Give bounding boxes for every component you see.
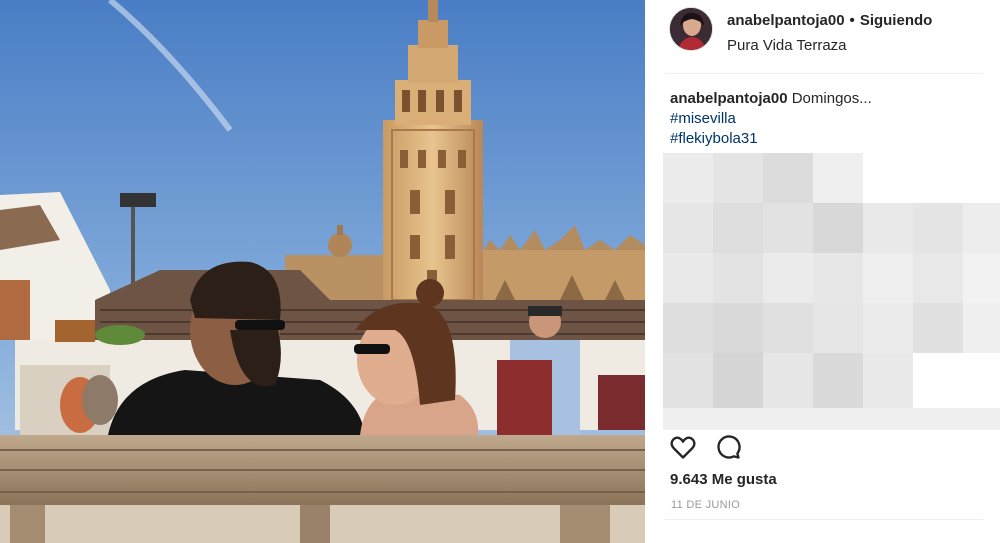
user-line: anabelpantoja00 • Siguiendo xyxy=(727,12,932,29)
hashtag-link[interactable]: #misevilla xyxy=(670,109,980,129)
avatar-image xyxy=(670,8,712,50)
post-photo[interactable] xyxy=(0,0,645,543)
avatar[interactable] xyxy=(669,7,713,51)
divider xyxy=(665,73,983,74)
follow-button[interactable]: Siguiendo xyxy=(860,12,933,29)
post-photo-image xyxy=(0,0,645,543)
caption: anabelpantoja00 Domingos... #misevilla #… xyxy=(670,89,980,149)
likes-count[interactable]: 9.643 Me gusta xyxy=(670,471,777,488)
post-date[interactable]: 11 DE JUNIO xyxy=(671,499,740,511)
hashtag-link[interactable]: #flekiybola31 xyxy=(670,129,980,149)
location-link[interactable]: Pura Vida Terraza xyxy=(727,37,847,54)
pixelated-comments xyxy=(663,153,1000,430)
post-header: anabelpantoja00 • Siguiendo Pura Vida Terr… xyxy=(645,0,1000,74)
caption-username[interactable]: anabelpantoja00 xyxy=(670,90,788,107)
post-sidebar: anabelpantoja00 • Siguiendo Pura Vida Terr… xyxy=(645,0,1000,543)
username-link[interactable]: anabelpantoja00 xyxy=(727,12,845,29)
separator-dot: • xyxy=(849,12,855,29)
heart-icon[interactable] xyxy=(669,433,697,466)
divider xyxy=(665,519,983,520)
caption-text: Domingos... xyxy=(791,90,872,107)
comment-icon[interactable] xyxy=(714,433,742,466)
